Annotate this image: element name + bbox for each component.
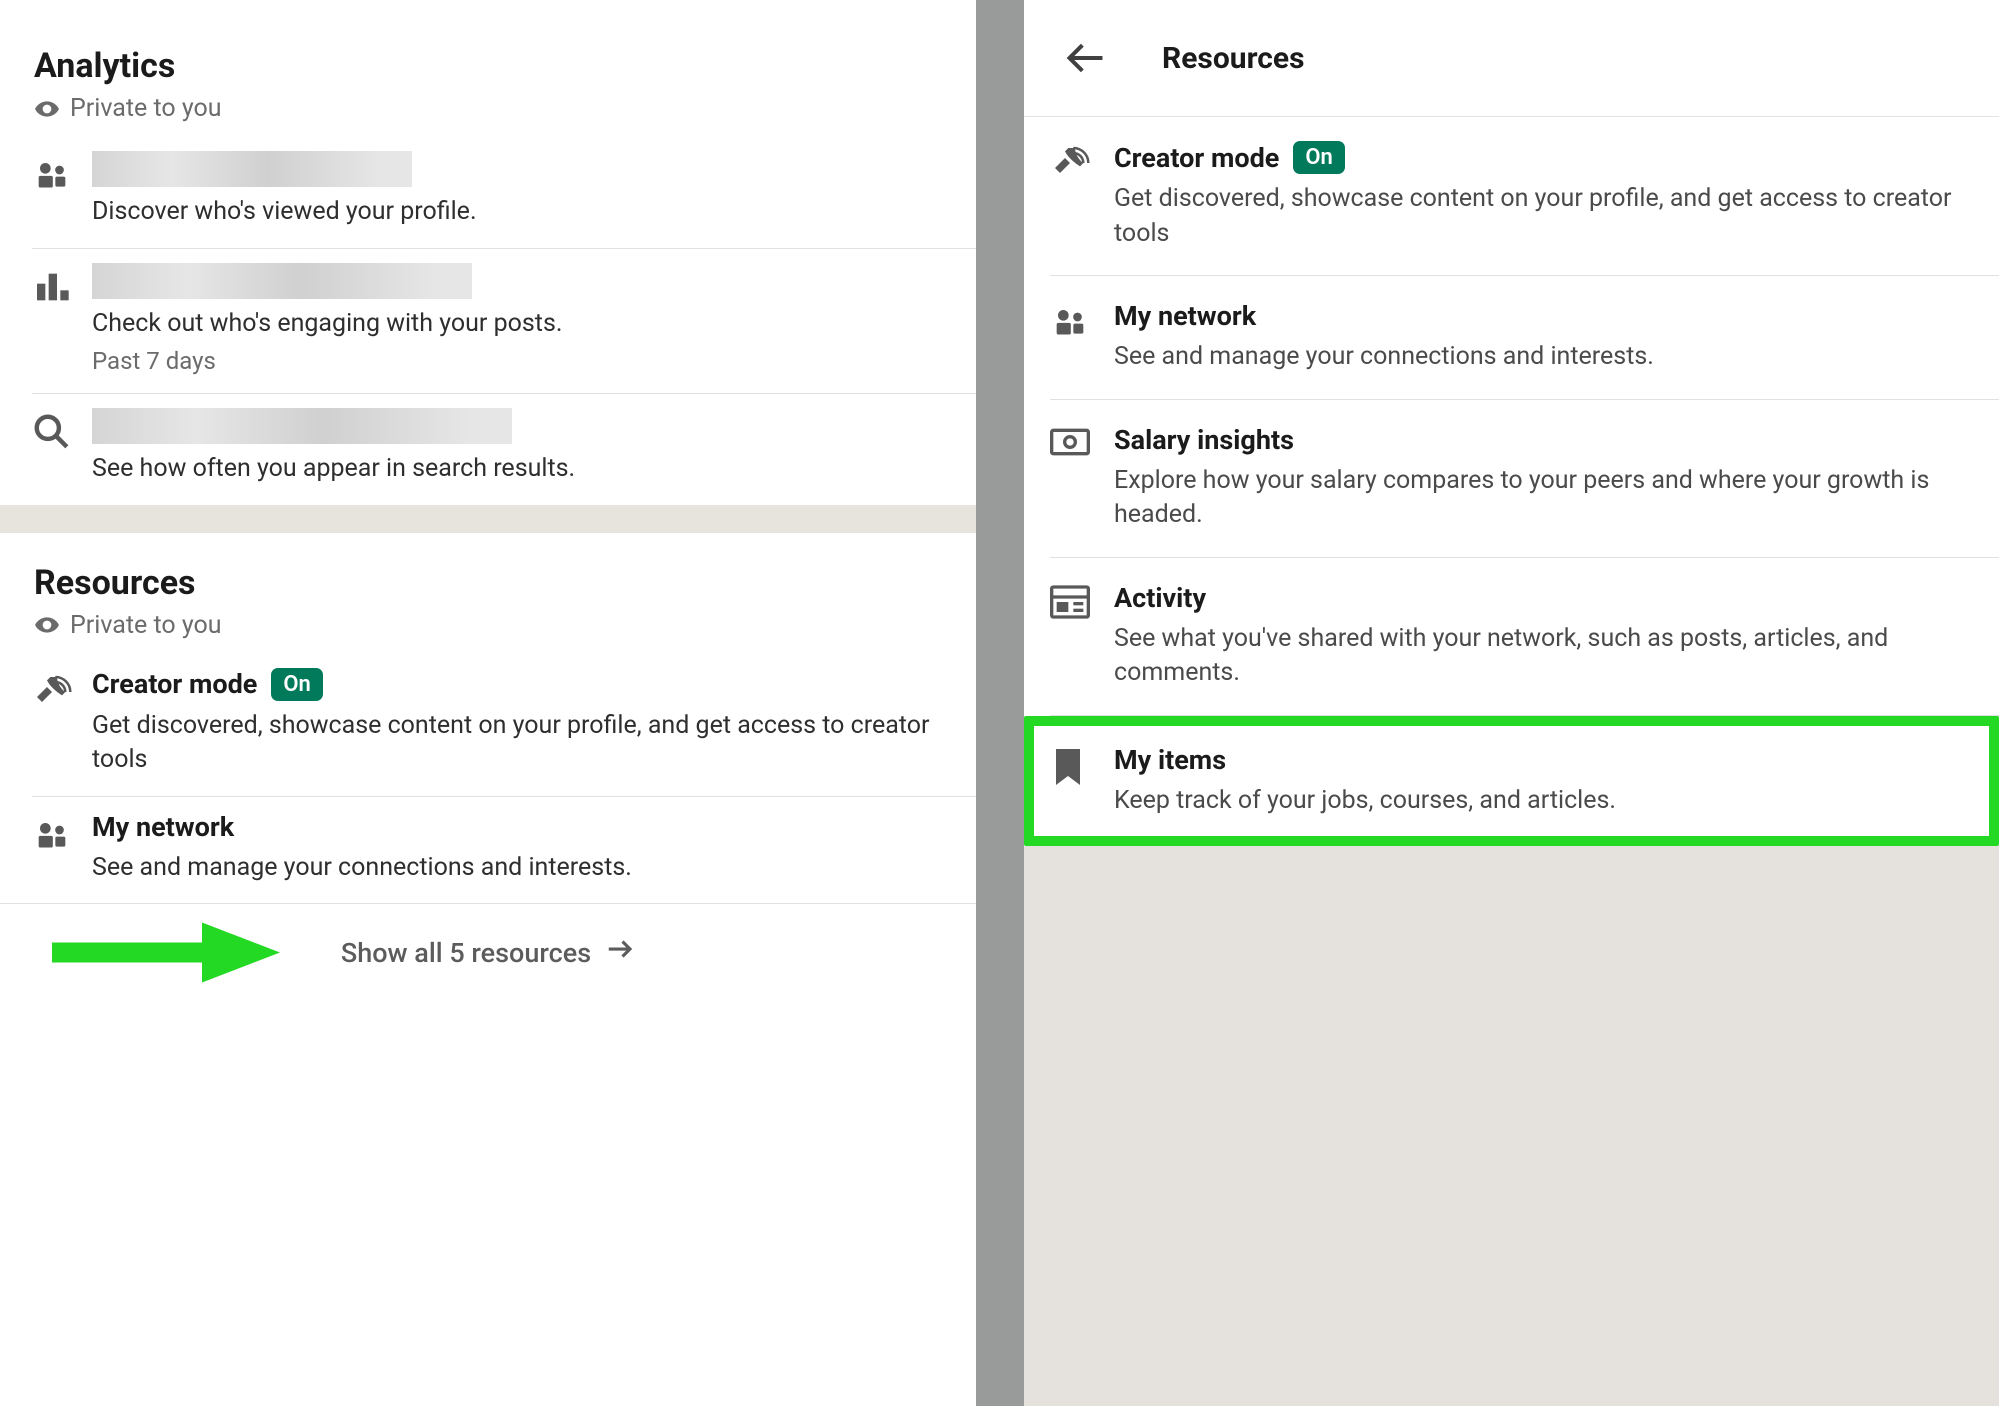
arrow-right-icon [605,934,635,971]
right-header-title: Resources [1162,41,1305,76]
show-all-resources-button[interactable]: Show all 5 resources [0,903,976,1007]
resource-item-title: My network [92,811,234,843]
bookmark-icon [1050,744,1114,819]
section-divider [0,505,976,533]
resource-item-desc: See what you've shared with your network… [1114,622,1967,691]
resource-item-creator-mode[interactable]: Creator mode On Get discovered, showcase… [0,654,976,796]
resource-item-title: Activity [1114,582,1206,614]
resource-item-salary-insights[interactable]: Salary insights Explore how your salary … [1024,400,1999,557]
resource-item-title: Creator mode [1114,142,1279,174]
back-button[interactable] [1064,36,1134,80]
resource-item-my-network[interactable]: My network See and manage your connectio… [1024,276,1999,399]
panel-divider [976,0,1024,1406]
right-header: Resources [1024,0,1999,117]
analytics-privacy: Private to you [0,92,976,137]
resource-item-creator-mode[interactable]: Creator mode On Get discovered, showcase… [1024,117,1999,275]
bar-chart-icon [32,263,92,376]
resource-item-title: Creator mode [92,668,257,700]
people-icon [32,811,92,886]
analytics-item-desc: Check out who's engaging with your posts… [92,307,944,342]
highlight-annotation: My items Keep track of your jobs, course… [1024,716,1999,847]
resources-privacy: Private to you [0,609,976,654]
resource-item-desc: Explore how your salary compares to your… [1114,464,1967,533]
newspaper-icon [1050,582,1114,691]
analytics-title: Analytics [0,0,976,92]
annotation-arrow-icon [52,916,282,995]
redacted-stat [92,151,412,187]
empty-space [1024,846,1999,1406]
resource-item-desc: See and manage your connections and inte… [92,851,944,886]
resource-item-title: My network [1114,300,1256,332]
people-icon [1050,300,1114,375]
eye-icon [34,612,60,638]
analytics-item-profile-views[interactable]: Discover who's viewed your profile. [0,137,976,248]
resource-item-desc: Keep track of your jobs, courses, and ar… [1114,784,1957,819]
resources-title: Resources [0,533,976,609]
show-all-label: Show all 5 resources [341,937,591,969]
analytics-item-desc: Discover who's viewed your profile. [92,195,944,230]
satellite-icon [32,668,92,778]
right-panel: Resources Creator mode On Get discovered… [1024,0,1999,1406]
redacted-stat [92,408,512,444]
redacted-stat [92,263,472,299]
resource-item-my-items[interactable]: My items Keep track of your jobs, course… [1034,726,1989,837]
resource-item-desc: See and manage your connections and inte… [1114,340,1967,375]
analytics-item-desc: See how often you appear in search resul… [92,452,944,487]
resource-item-title: My items [1114,744,1226,776]
search-icon [32,408,92,487]
money-icon [1050,424,1114,533]
resource-item-desc: Get discovered, showcase content on your… [1114,182,1967,251]
on-badge: On [271,668,322,701]
analytics-item-subdesc: Past 7 days [92,347,944,375]
resource-item-desc: Get discovered, showcase content on your… [92,709,944,778]
resource-item-my-network[interactable]: My network See and manage your connectio… [0,797,976,904]
on-badge: On [1293,141,1344,174]
satellite-icon [1050,141,1114,251]
analytics-item-search-appearances[interactable]: See how often you appear in search resul… [0,394,976,505]
resources-privacy-text: Private to you [70,611,222,640]
people-icon [32,151,92,230]
eye-icon [34,96,60,122]
left-panel: Analytics Private to you Discover who's … [0,0,976,1406]
resources-list: Creator mode On Get discovered, showcase… [1024,117,1999,846]
analytics-privacy-text: Private to you [70,94,222,123]
resource-item-title: Salary insights [1114,424,1294,456]
resource-item-activity[interactable]: Activity See what you've shared with you… [1024,558,1999,715]
analytics-item-post-engagement[interactable]: Check out who's engaging with your posts… [0,249,976,394]
